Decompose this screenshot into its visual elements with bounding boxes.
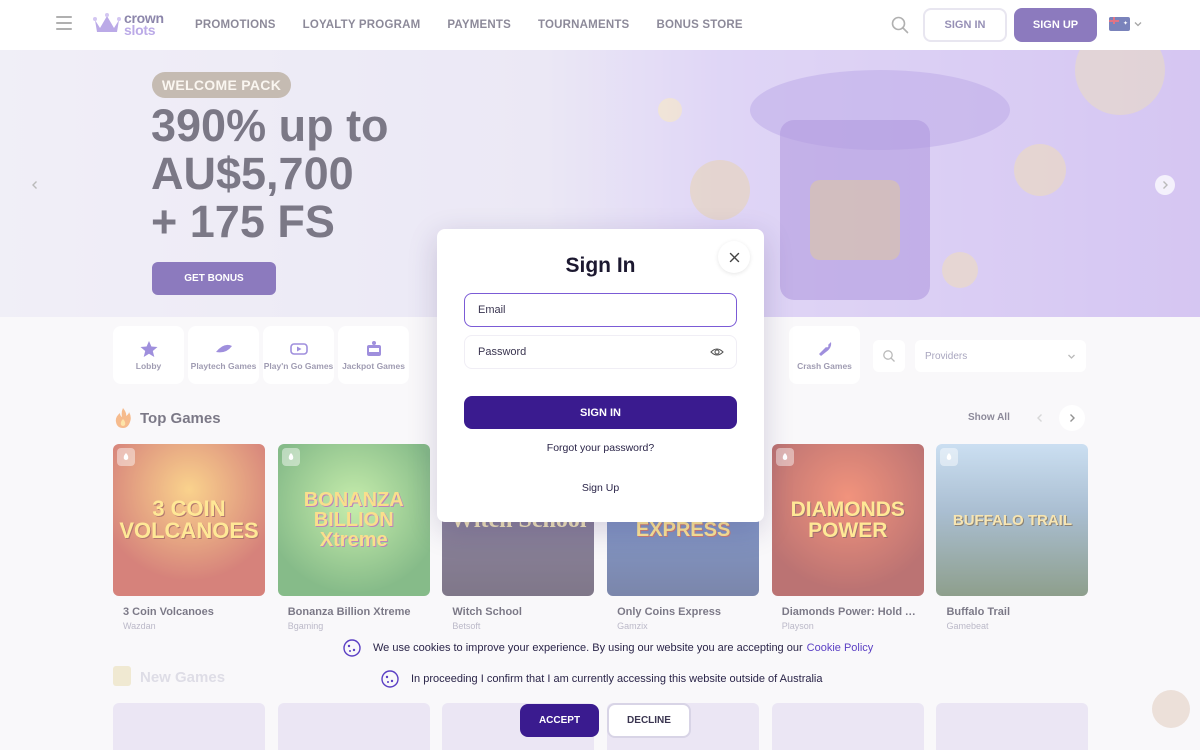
sign-up-link[interactable]: Sign Up (437, 482, 764, 494)
cookie-icon (343, 639, 361, 657)
show-password-icon[interactable] (710, 345, 724, 359)
chat-widget-icon[interactable] (1152, 690, 1190, 728)
location-notice: In proceeding I confirm that I am curren… (380, 669, 822, 689)
close-button[interactable] (718, 241, 750, 273)
sign-in-submit-button[interactable]: SIGN IN (464, 396, 737, 429)
cookie-policy-link[interactable]: Cookie Policy (807, 642, 874, 654)
email-field[interactable] (464, 293, 737, 327)
sign-in-modal: Sign In SIGN IN Forgot your password? Si… (437, 229, 764, 522)
cookie-icon (381, 670, 399, 688)
password-field[interactable] (464, 335, 737, 369)
cookie-accept-button[interactable]: ACCEPT (520, 704, 599, 737)
cookie-text: We use cookies to improve your experienc… (373, 642, 803, 654)
modal-title: Sign In (565, 254, 636, 277)
forgot-password-link[interactable]: Forgot your password? (437, 442, 764, 454)
cookie-decline-button[interactable]: DECLINE (607, 703, 691, 738)
location-text: In proceeding I confirm that I am curren… (411, 673, 823, 685)
close-icon (729, 252, 739, 262)
cookie-notice: We use cookies to improve your experienc… (342, 638, 873, 658)
